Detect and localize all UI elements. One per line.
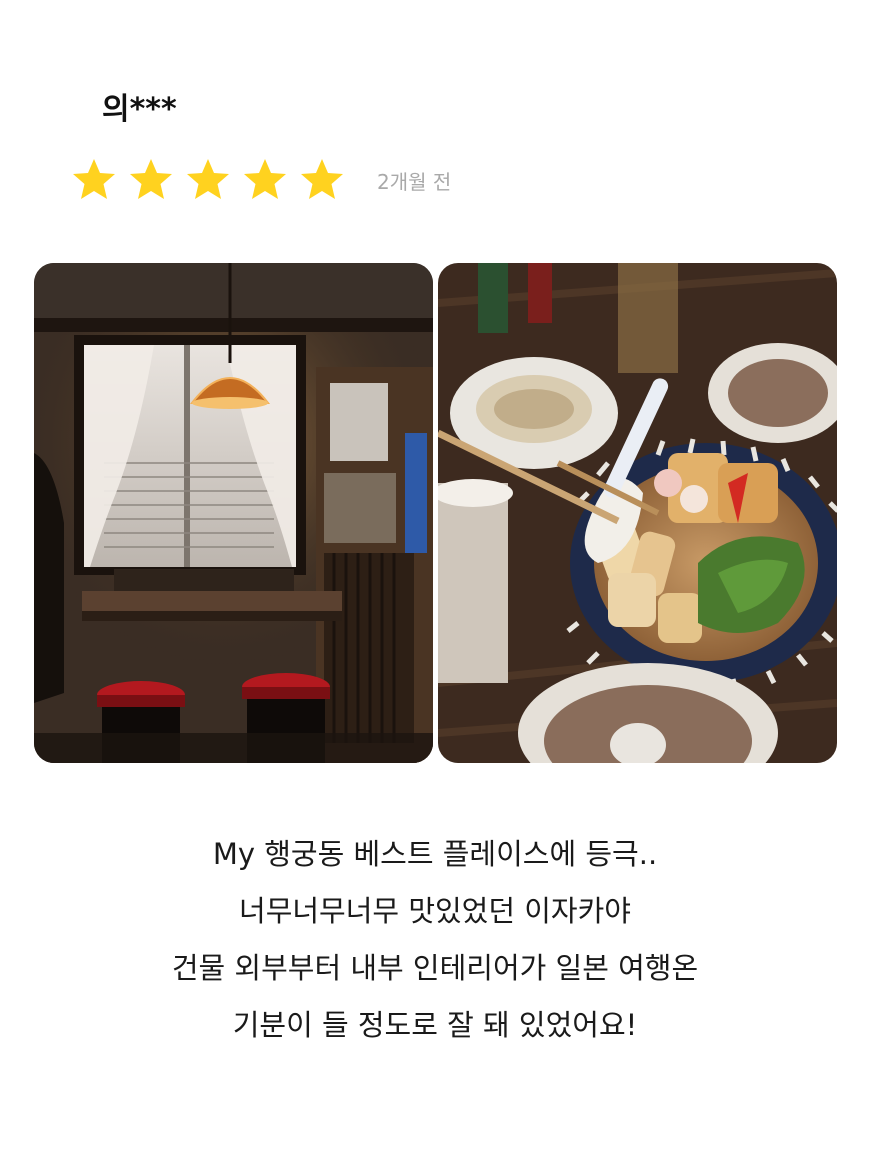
review-text-line: 건물 외부부터 내부 인테리어가 일본 여행온 (171, 951, 699, 985)
star-icon (70, 156, 118, 204)
star-icon (298, 156, 346, 204)
review-photo-food[interactable] (438, 263, 837, 763)
star-icon (184, 156, 232, 204)
review-text-line: 너무너무너무 맛있었던 이자카야 (239, 894, 631, 928)
review-photos (34, 263, 838, 763)
star-icon (241, 156, 289, 204)
review-text: My 행궁동 베스트 플레이스에 등극.. 너무너무너무 맛있었던 이자카야 건… (0, 826, 870, 1054)
rating-row: 2개월 전 (70, 154, 451, 206)
review-photo-interior[interactable] (34, 263, 433, 763)
review-text-line: 기분이 들 정도로 잘 돼 있었어요! (232, 1008, 638, 1042)
star-icon (127, 156, 175, 204)
review-date: 2개월 전 (377, 169, 452, 194)
review-text-line: My 행궁동 베스트 플레이스에 등극.. (212, 837, 658, 871)
reviewer-name: 의*** (102, 92, 177, 127)
